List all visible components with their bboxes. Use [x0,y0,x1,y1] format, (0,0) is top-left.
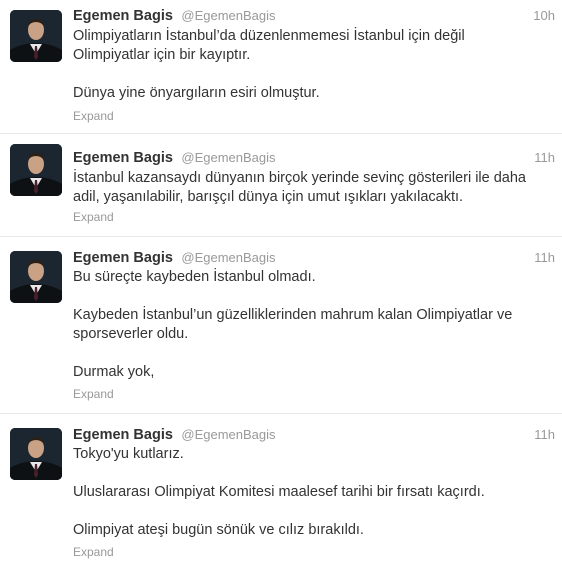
profile-photo-icon [10,251,62,303]
profile-photo-icon [10,144,62,196]
fullname[interactable]: Egemen Bagis [73,250,173,266]
username[interactable]: @EgemenBagis [181,427,275,442]
tweet-item[interactable]: Egemen Bagis @EgemenBagis 10h Olimpiyatl… [0,0,562,134]
tweet-timeline: Egemen Bagis @EgemenBagis 10h Olimpiyatl… [0,0,562,569]
tweet-text-line: Olimpiyat ateşi bugün sönük ve cılız bır… [73,522,364,538]
timestamp[interactable]: 11h [534,427,555,442]
expand-link[interactable]: Expand [73,210,114,224]
tweet-text: Bu süreçte kaybeden İstanbul olmadı. Kay… [73,268,543,382]
username[interactable]: @EgemenBagis [181,150,275,165]
timestamp[interactable]: 11h [534,250,555,265]
avatar[interactable] [10,251,62,303]
tweet-item[interactable]: Egemen Bagis @EgemenBagis 11h Bu süreçte… [0,237,562,414]
tweet-text: İstanbul kazansaydı dünyanın birçok yeri… [73,169,543,207]
avatar[interactable] [10,10,62,62]
fullname[interactable]: Egemen Bagis [73,150,173,166]
username[interactable]: @EgemenBagis [181,250,275,265]
timestamp[interactable]: 11h [534,150,555,165]
tweet-text-line: Uluslararası Olimpiyat Komitesi maalesef… [73,484,485,500]
tweet-text-line: Durmak yok, [73,364,155,380]
tweet-header: Egemen Bagis @EgemenBagis 11h [73,426,555,446]
fullname[interactable]: Egemen Bagis [73,427,173,443]
tweet-text-line: Olimpiyatların İstanbul’da düzenlenmemes… [73,28,465,44]
tweet-text-line: Olimpiyatlar için bir kayıptır. [73,47,251,63]
tweet-text: Olimpiyatların İstanbul’da düzenlenmemes… [73,27,543,103]
tweet-text-line: Bu süreçte kaybeden İstanbul olmadı. [73,269,316,285]
avatar[interactable] [10,428,62,480]
tweet-text-line: adil, yaşanılabilir, barışçıl dünya için… [73,189,464,205]
profile-photo-icon [10,428,62,480]
tweet-header: Egemen Bagis @EgemenBagis 11h [73,149,555,169]
timestamp[interactable]: 10h [533,8,555,23]
tweet-text-line: Tokyo'yu kutlarız. [73,446,184,462]
expand-link[interactable]: Expand [73,387,114,401]
expand-link[interactable]: Expand [73,109,114,123]
username[interactable]: @EgemenBagis [181,8,275,23]
tweet-text-line: Dünya yine önyargıların esiri olmuştur. [73,85,320,101]
tweet-header: Egemen Bagis @EgemenBagis 10h [73,7,555,27]
tweet-header: Egemen Bagis @EgemenBagis 11h [73,249,555,269]
avatar[interactable] [10,144,62,196]
expand-link[interactable]: Expand [73,545,114,559]
profile-photo-icon [10,10,62,62]
tweet-text-line: Kaybeden İstanbul’un güzelliklerinden ma… [73,307,513,323]
tweet-item[interactable]: Egemen Bagis @EgemenBagis 11h İstanbul k… [0,134,562,237]
tweet-text: Tokyo'yu kutlarız. Uluslararası Olimpiya… [73,445,543,540]
fullname[interactable]: Egemen Bagis [73,8,173,24]
tweet-text-line: İstanbul kazansaydı dünyanın birçok yeri… [73,170,526,186]
tweet-item[interactable]: Egemen Bagis @EgemenBagis 11h Tokyo'yu k… [0,414,562,569]
tweet-text-line: sporseverler oldu. [73,326,189,342]
